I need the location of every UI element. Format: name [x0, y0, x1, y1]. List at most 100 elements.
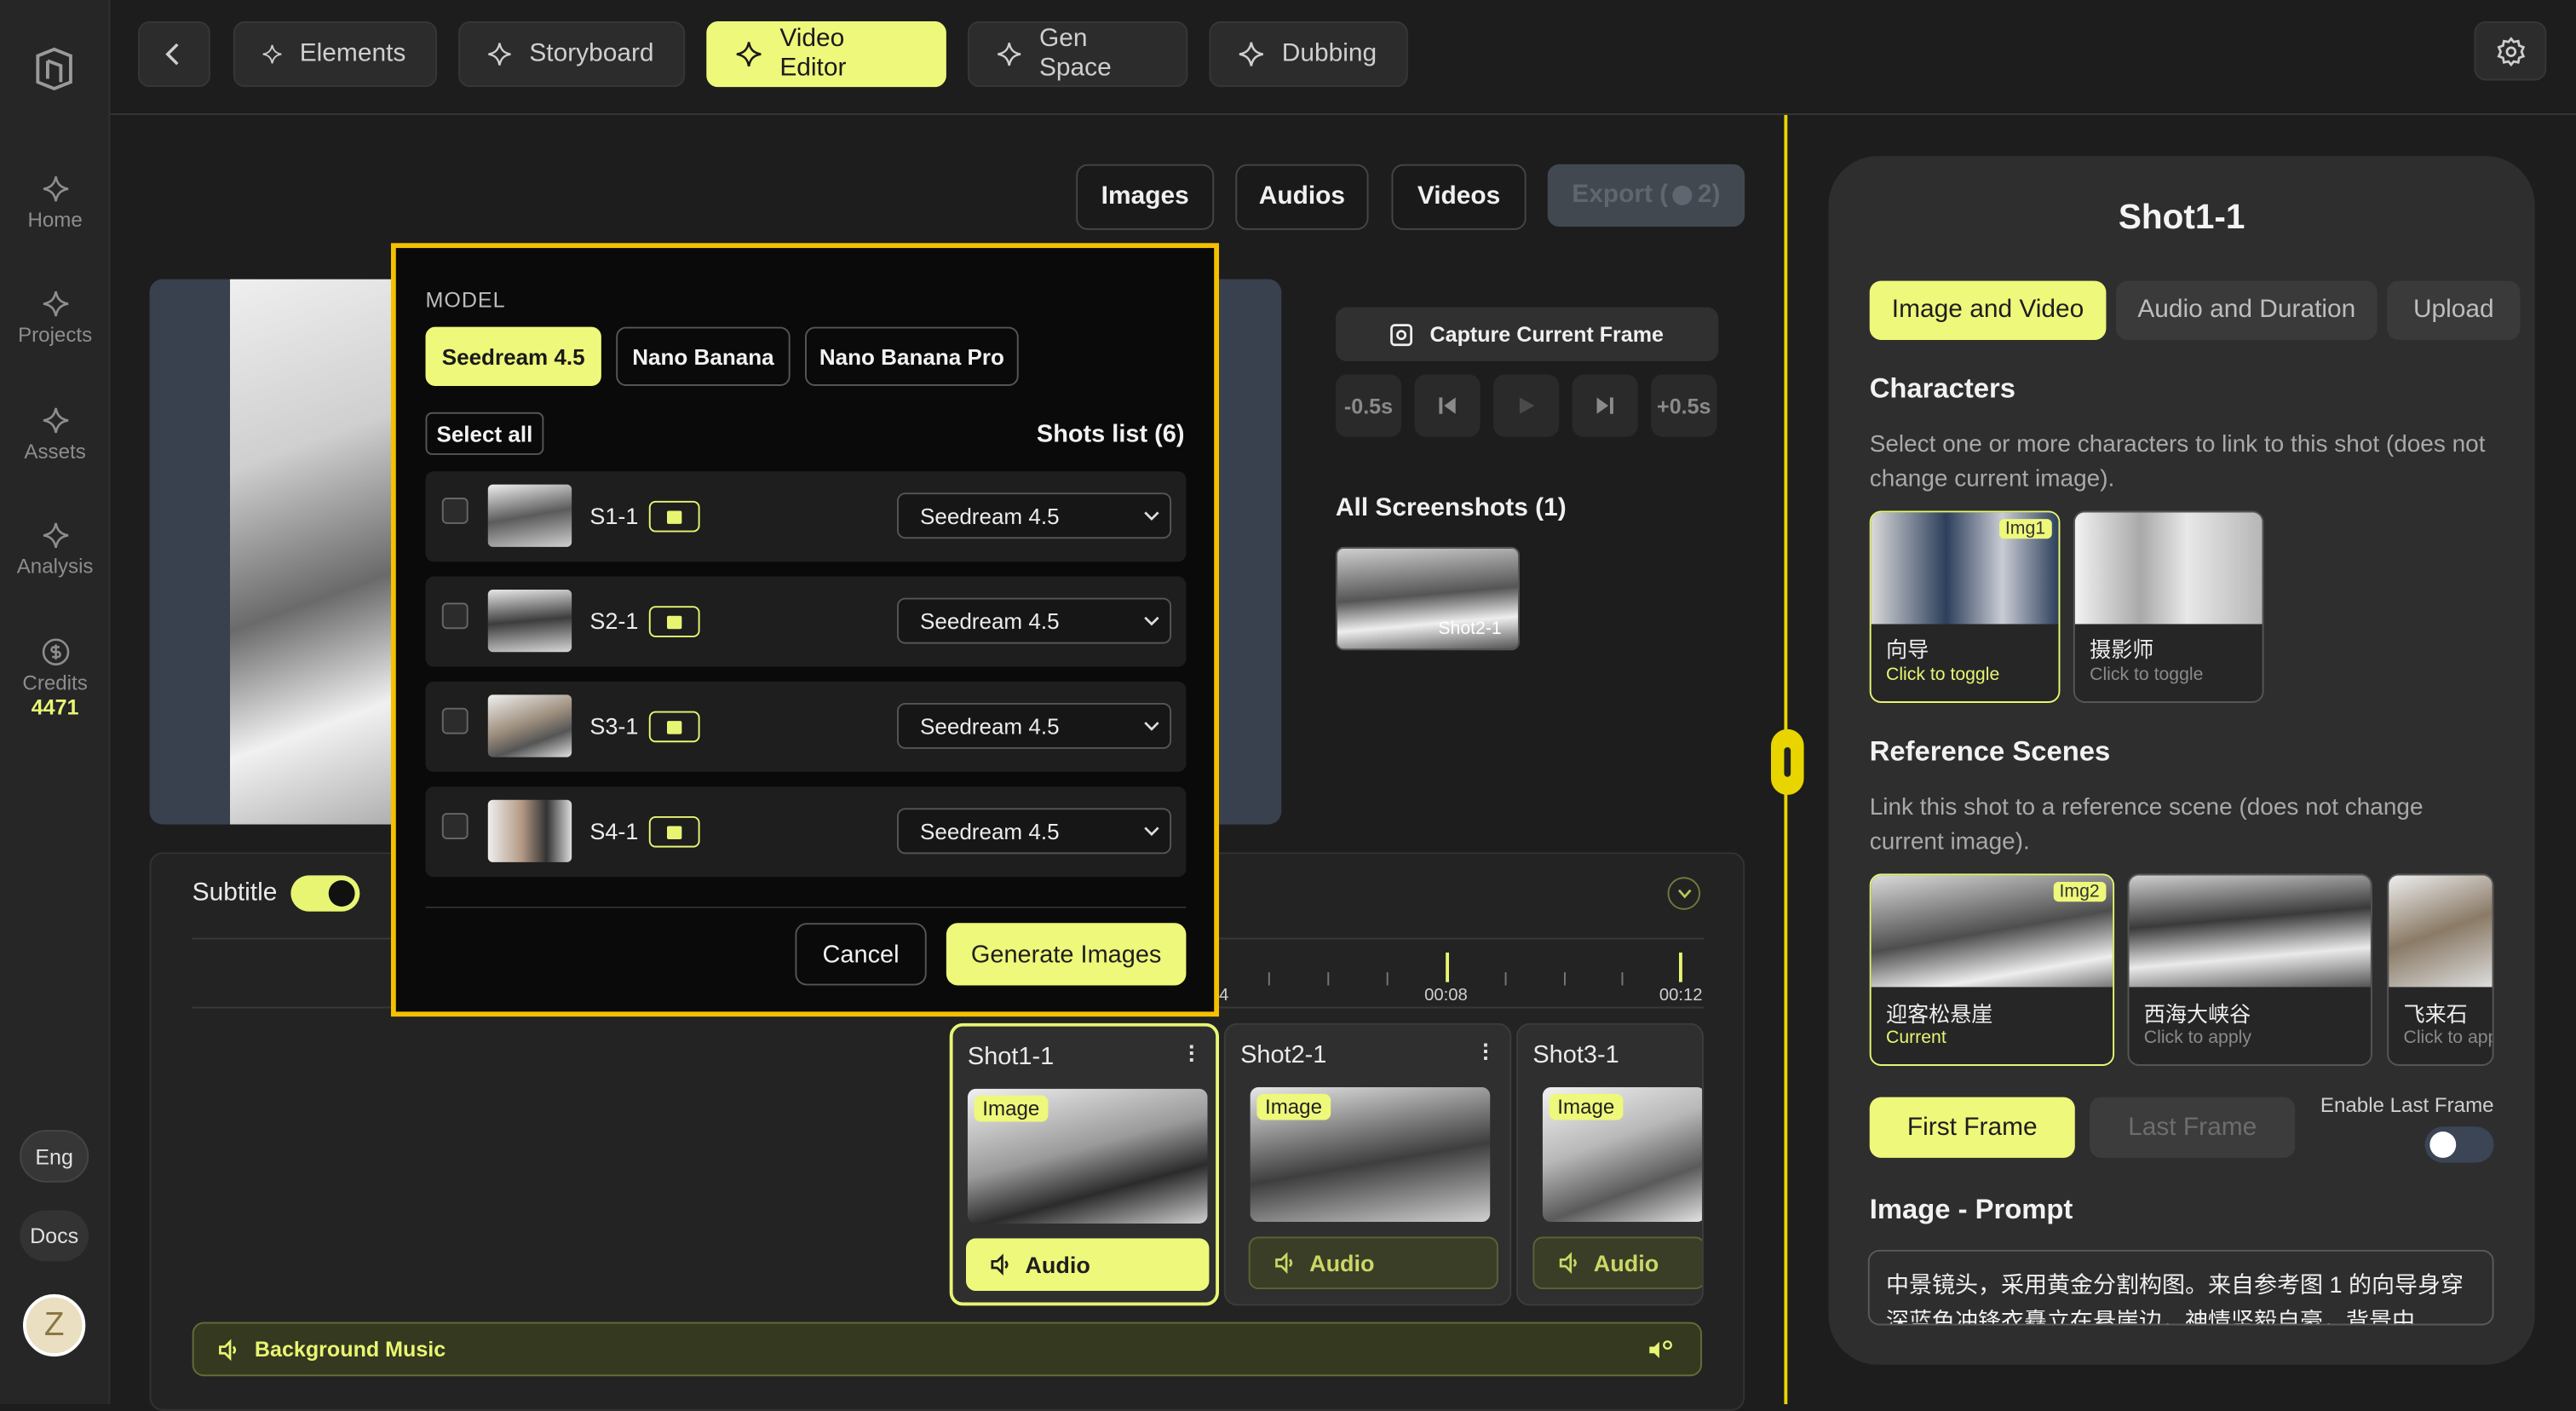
speaker-icon — [219, 1338, 237, 1361]
tab-image-and-video[interactable]: Image and Video — [1869, 280, 2107, 340]
shot-row[interactable]: S4-1 Seedream 4.5 — [425, 786, 1187, 878]
character-tag: Img1 — [1998, 519, 2052, 539]
screenshot-thumb[interactable]: Shot2-1 — [1335, 546, 1520, 651]
ruler-label: 4 — [1218, 985, 1229, 1005]
shot-card[interactable]: Shot2-1 · · · Image Audio — [1223, 1022, 1512, 1306]
audios-button[interactable]: Audios — [1235, 164, 1369, 230]
language-button[interactable]: Eng — [20, 1130, 89, 1183]
credits-value: 4471 — [31, 694, 79, 720]
shot-card[interactable]: Shot3-1 Image Audio — [1516, 1022, 1704, 1306]
character-card[interactable]: Img1 向导 Click to toggle — [1869, 510, 2061, 703]
model-select[interactable]: Seedream 4.5 — [896, 492, 1172, 539]
background-music-track[interactable]: Background Music — [192, 1322, 1702, 1377]
videos-button[interactable]: Videos — [1391, 164, 1527, 230]
select-all-button[interactable]: Select all — [425, 412, 544, 455]
images-button[interactable]: Images — [1076, 164, 1215, 230]
enable-last-frame-toggle[interactable] — [2424, 1126, 2494, 1163]
reference-scenes-description: Link this shot to a reference scene (doe… — [1869, 794, 2424, 856]
shot-audio-label: Audio — [1309, 1249, 1375, 1276]
shot-audio-button[interactable]: Audio — [1248, 1236, 1498, 1290]
shot-checkbox[interactable] — [441, 602, 469, 630]
nav-analysis-label: Analysis — [16, 555, 94, 579]
nav-credits[interactable]: Credits 4471 — [0, 637, 110, 719]
docs-button[interactable]: Docs — [20, 1210, 89, 1262]
time-ruler[interactable]: 4 00:08 00:12 — [1218, 949, 1712, 1005]
tab-audio-and-duration[interactable]: Audio and Duration — [2115, 280, 2378, 340]
cancel-button[interactable]: Cancel — [795, 923, 927, 986]
play-icon — [1519, 397, 1535, 414]
shot-thumbnail — [487, 589, 572, 653]
app-logo-icon[interactable] — [33, 46, 76, 92]
speaker-icon — [1275, 1252, 1293, 1275]
model-select[interactable]: Seedream 4.5 — [896, 597, 1172, 644]
tab-upload[interactable]: Upload — [2387, 280, 2521, 340]
scene-card[interactable]: 飞来石 Click to app — [2387, 873, 2494, 1066]
play-button[interactable] — [1493, 374, 1560, 437]
shot-card[interactable]: Shot1-1 · · · Image Audio — [949, 1022, 1219, 1306]
chevron-down-icon — [1144, 826, 1159, 837]
model-nano-banana-button[interactable]: Nano Banana — [616, 326, 791, 386]
shot-audio-button[interactable]: Audio — [965, 1238, 1210, 1292]
collapse-button[interactable] — [1667, 877, 1701, 910]
tab-dubbing[interactable]: Dubbing — [1209, 21, 1408, 88]
capture-frame-label: Capture Current Frame — [1429, 321, 1664, 347]
character-hint: Click to toggle — [2090, 665, 2204, 685]
back-button[interactable] — [137, 21, 210, 88]
first-frame-button[interactable]: First Frame — [1869, 1097, 2075, 1158]
shot-checkbox[interactable] — [441, 707, 469, 734]
tab-gen-space[interactable]: Gen Space — [967, 21, 1188, 88]
tab-dubbing-label: Dubbing — [1281, 39, 1377, 68]
more-icon[interactable]: · · · — [1188, 1034, 1196, 1070]
chevron-down-icon — [1144, 511, 1159, 521]
user-avatar[interactable]: Z — [22, 1293, 86, 1357]
generate-images-button[interactable]: Generate Images — [946, 923, 1187, 986]
resize-handle[interactable] — [1770, 729, 1804, 795]
model-nano-banana-pro-button[interactable]: Nano Banana Pro — [804, 326, 1019, 386]
image-tag: Image — [974, 1095, 1048, 1122]
shot-row[interactable]: S2-1 Seedream 4.5 — [425, 576, 1187, 667]
background-music-label: Background Music — [254, 1336, 446, 1362]
shot-audio-label: Audio — [1593, 1249, 1659, 1276]
shot-name: S1-1 — [589, 502, 639, 529]
shot-row[interactable]: S1-1 Seedream 4.5 — [425, 471, 1187, 562]
more-icon[interactable]: · · · — [1482, 1033, 1490, 1068]
tab-storyboard[interactable]: Storyboard — [458, 21, 686, 88]
model-select-value: Seedream 4.5 — [919, 713, 1060, 739]
step-forward-button[interactable]: +0.5s — [1651, 374, 1717, 437]
shot-image: Image — [1542, 1086, 1702, 1223]
model-select[interactable]: Seedream 4.5 — [896, 702, 1172, 749]
tab-video-editor[interactable]: Video Editor — [706, 21, 946, 88]
shot-row[interactable]: S3-1 Seedream 4.5 — [425, 681, 1187, 772]
skip-start-button[interactable] — [1414, 374, 1481, 437]
shot-audio-button[interactable]: Audio — [1532, 1236, 1702, 1290]
scene-card[interactable]: Img2 迎客松悬崖 Current — [1869, 873, 2115, 1066]
character-card[interactable]: 摄影师 Click to toggle — [2073, 510, 2264, 703]
export-button[interactable]: Export ( 2) — [1547, 164, 1745, 227]
prompt-textarea[interactable]: 中景镜头，采用黄金分割构图。来自参考图 1 的向导身穿深蓝色冲锋衣矗立在悬崖边，… — [1867, 1249, 2494, 1326]
scene-hint: Click to apply — [2143, 1028, 2251, 1048]
model-select[interactable]: Seedream 4.5 — [896, 808, 1172, 855]
skip-end-button[interactable] — [1572, 374, 1638, 437]
scene-tag: Img2 — [2052, 882, 2107, 902]
step-back-button[interactable]: -0.5s — [1335, 374, 1402, 437]
shot-name: S2-1 — [589, 608, 639, 635]
character-name: 摄影师 — [2090, 636, 2154, 662]
nav-projects[interactable]: Projects — [0, 289, 110, 347]
chevron-left-icon — [165, 43, 179, 66]
last-frame-button[interactable]: Last Frame — [2090, 1097, 2296, 1158]
capture-frame-button[interactable]: Capture Current Frame — [1335, 307, 1719, 362]
nav-analysis[interactable]: Analysis — [0, 521, 110, 578]
shot-checkbox[interactable] — [441, 498, 469, 524]
nav-home[interactable]: Home — [0, 174, 110, 232]
subtitle-toggle[interactable] — [290, 875, 360, 912]
settings-button[interactable] — [2474, 21, 2547, 81]
nav-assets[interactable]: Assets — [0, 406, 110, 464]
scene-hint: Current — [1885, 1028, 1946, 1048]
tab-elements[interactable]: Elements — [233, 21, 437, 88]
sparkle-icon — [42, 522, 68, 549]
shot-thumbnail — [487, 694, 572, 757]
shot-checkbox[interactable] — [441, 813, 469, 839]
model-seedream-button[interactable]: Seedream 4.5 — [425, 326, 601, 386]
scene-card[interactable]: 西海大峡谷 Click to apply — [2127, 873, 2372, 1066]
volume-settings-icon[interactable] — [1647, 1339, 1674, 1362]
